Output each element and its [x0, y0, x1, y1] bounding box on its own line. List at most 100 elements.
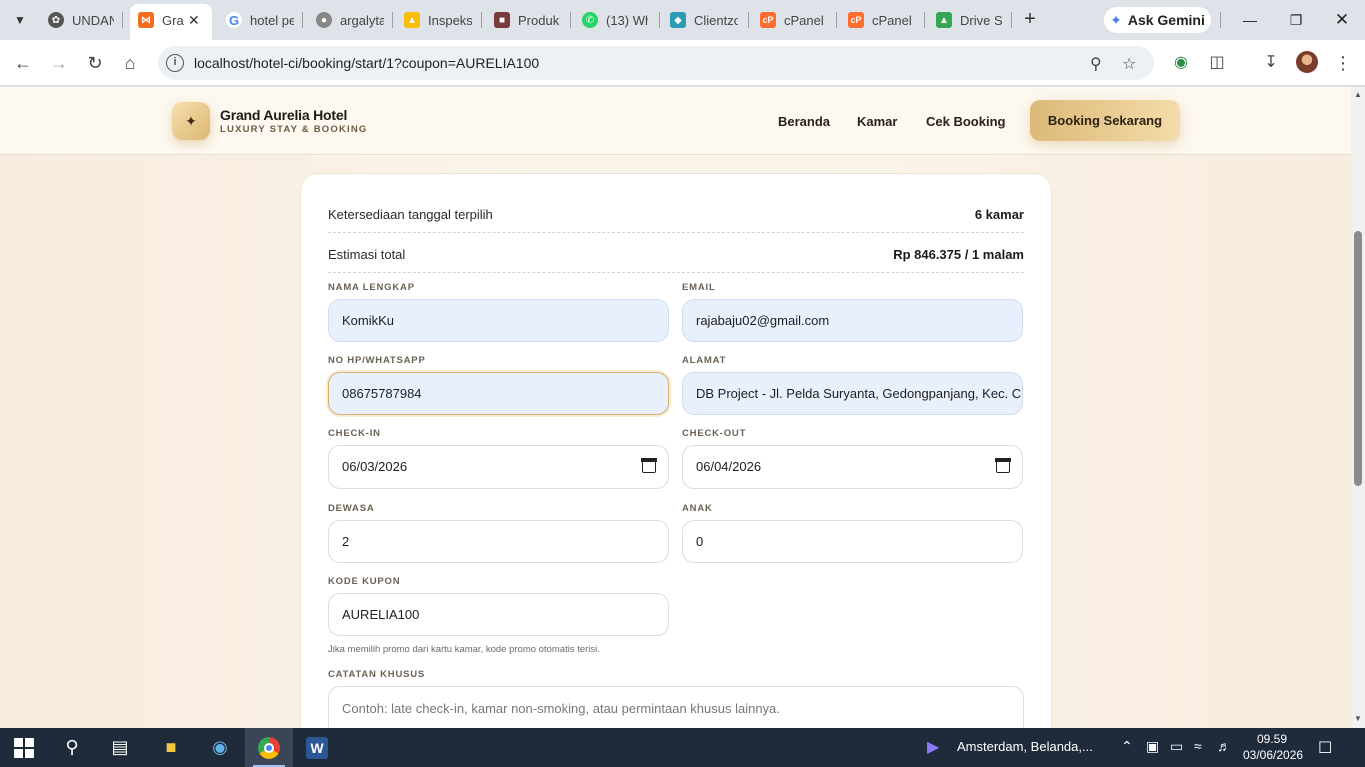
more-menu-icon[interactable]: ⋮: [1332, 52, 1354, 74]
network-app-icon[interactable]: ◉: [196, 728, 244, 767]
task-view-icon[interactable]: ▤: [96, 728, 144, 767]
notification-center-icon[interactable]: ☐: [1318, 738, 1332, 758]
tab-drive[interactable]: ▲ Drive Sa: [936, 7, 1002, 33]
meet-now-icon[interactable]: ▣: [1146, 738, 1159, 755]
bookmark-star-icon[interactable]: ☆: [1122, 54, 1136, 74]
address-input[interactable]: DB Project - Jl. Pelda Suryanta, Gedongp…: [682, 372, 1023, 415]
whatsapp-icon: ✆: [582, 12, 598, 28]
phone-input[interactable]: 08675787984: [328, 372, 669, 415]
download-icon[interactable]: ↧: [1260, 52, 1282, 74]
battery-icon[interactable]: ▭: [1170, 738, 1183, 755]
site-info-icon[interactable]: i: [166, 54, 184, 72]
cpanel-icon: cP: [848, 12, 864, 28]
minimize-window-icon[interactable]: —: [1230, 6, 1270, 34]
nav-kamar[interactable]: Kamar: [857, 114, 897, 129]
windows-start-icon[interactable]: [0, 728, 48, 767]
new-tab-plus-icon[interactable]: +: [1018, 8, 1042, 32]
coupon-hint: Jika memilih promo dari kartu kamar, kod…: [328, 644, 600, 655]
wifi-icon[interactable]: ≈: [1194, 738, 1202, 754]
xampp-icon: ⋈: [138, 12, 154, 28]
chatgpt-icon: ✿: [48, 12, 64, 28]
home-icon[interactable]: ⌂: [118, 51, 142, 75]
tab-undan[interactable]: ✿ UNDAN: [48, 7, 114, 33]
google-ads-icon: ▲: [404, 12, 420, 28]
extension-globe-icon[interactable]: ◉: [1170, 52, 1192, 74]
availability-value: 6 kamar: [974, 207, 1024, 222]
browser-toolbar: ← → ↻ ⌂ i localhost/hotel-ci/booking/sta…: [0, 40, 1365, 86]
volume-icon[interactable]: ♬: [1217, 738, 1231, 754]
weather-text[interactable]: Amsterdam, Belanda,...: [957, 739, 1093, 754]
tab-cpanel-2[interactable]: cP cPanel F: [848, 7, 914, 33]
tab-produk[interactable]: ■ Produk: [494, 7, 560, 33]
scroll-up-arrow-icon[interactable]: ▲: [1353, 90, 1363, 99]
coupon-input[interactable]: AURELIA100: [328, 593, 669, 636]
forward-arrow-icon[interactable]: →: [47, 51, 71, 75]
email-input[interactable]: rajabaju02@gmail.com: [682, 299, 1023, 342]
nav-cek-booking[interactable]: Cek Booking: [926, 114, 1005, 129]
tab-argalyta[interactable]: ● argalyta: [316, 7, 384, 33]
tab-cpanel-1[interactable]: cP cPanel: [760, 7, 826, 33]
full-name-label: NAMA LENGKAP: [328, 282, 415, 293]
close-window-icon[interactable]: ✕: [1322, 6, 1362, 34]
checkin-label: CHECK-IN: [328, 428, 381, 439]
ask-gemini-button[interactable]: ✦ Ask Gemini: [1104, 7, 1211, 33]
address-label: ALAMAT: [682, 355, 727, 366]
children-label: ANAK: [682, 503, 713, 514]
tab-inspeksi[interactable]: ▲ Inspeksi: [404, 7, 472, 33]
drive-icon: ▲: [936, 12, 952, 28]
availability-row: Ketersediaan tanggal terpilih 6 kamar: [328, 193, 1024, 233]
notes-textarea[interactable]: Contoh: late check-in, kamar non-smoking…: [328, 686, 1024, 728]
browser-tab-strip: ▼ ✿ UNDAN ⋈ Gra ✕ G hotel pe ● argalyta …: [0, 0, 1365, 40]
show-hidden-icons-chevron-icon[interactable]: ⌃: [1121, 738, 1133, 755]
tab-search-chevron-icon[interactable]: ▼: [6, 6, 34, 34]
scroll-down-arrow-icon[interactable]: ▼: [1353, 714, 1363, 723]
page-viewport: ✦ Grand Aurelia Hotel LUXURY STAY & BOOK…: [0, 87, 1351, 728]
estimate-value: Rp 846.375 / 1 malam: [893, 247, 1024, 262]
coupon-label: KODE KUPON: [328, 576, 401, 587]
booking-form-card: Ketersediaan tanggal terpilih 6 kamar Es…: [300, 173, 1052, 728]
file-explorer-icon[interactable]: ■: [147, 728, 195, 767]
chrome-taskbar-icon[interactable]: [245, 728, 293, 767]
zoom-magnifier-icon[interactable]: ⚲: [1090, 54, 1102, 74]
system-clock[interactable]: 09.59 03/06/2026: [1243, 731, 1304, 763]
url-text[interactable]: localhost/hotel-ci/booking/start/1?coupo…: [194, 55, 539, 71]
adults-label: DEWASA: [328, 503, 375, 514]
checkin-date-input[interactable]: 06/03/2026: [328, 445, 669, 489]
clientzone-icon: ◆: [670, 12, 686, 28]
back-arrow-icon[interactable]: ←: [11, 51, 35, 75]
scrollbar-thumb[interactable]: [1354, 231, 1362, 486]
booking-now-button[interactable]: Booking Sekarang: [1030, 100, 1180, 141]
estimate-label: Estimasi total: [328, 247, 406, 262]
estimate-row: Estimasi total Rp 846.375 / 1 malam: [328, 233, 1024, 273]
globe-icon: ●: [316, 12, 332, 28]
clock-date: 03/06/2026: [1243, 748, 1304, 762]
extensions-puzzle-icon[interactable]: ◫: [1206, 52, 1228, 74]
page-scrollbar[interactable]: ▲ ▼: [1351, 87, 1365, 728]
restore-window-icon[interactable]: ❐: [1276, 6, 1316, 34]
nav-beranda[interactable]: Beranda: [778, 114, 830, 129]
children-input[interactable]: 0: [682, 520, 1023, 563]
tab-grand-aurelia[interactable]: ⋈ Gra: [138, 7, 184, 33]
close-tab-icon[interactable]: ✕: [188, 7, 204, 33]
sparkle-logo-icon[interactable]: ✦: [172, 102, 210, 140]
reload-icon[interactable]: ↻: [83, 51, 107, 75]
google-icon: G: [226, 12, 242, 28]
search-icon[interactable]: ⚲: [48, 728, 96, 767]
full-name-input[interactable]: KomikKu: [328, 299, 669, 342]
profile-avatar[interactable]: [1296, 51, 1318, 73]
calendar-icon[interactable]: [641, 458, 657, 473]
phone-label: NO HP/WHATSAPP: [328, 355, 426, 366]
weather-widget-icon[interactable]: ▶: [927, 737, 939, 757]
tab-whatsapp[interactable]: ✆ (13) Wh: [582, 7, 648, 33]
cpanel-icon: cP: [760, 12, 776, 28]
brand-name[interactable]: Grand Aurelia Hotel: [220, 107, 347, 123]
adults-input[interactable]: 2: [328, 520, 669, 563]
address-bar[interactable]: i localhost/hotel-ci/booking/start/1?cou…: [158, 46, 1154, 80]
checkout-date-input[interactable]: 06/04/2026: [682, 445, 1023, 489]
tab-clientzone[interactable]: ◆ Clientzo: [670, 7, 738, 33]
calendar-icon[interactable]: [995, 458, 1011, 473]
word-taskbar-icon[interactable]: W: [293, 728, 341, 767]
notes-label: CATATAN KHUSUS: [328, 669, 426, 680]
product-icon: ■: [494, 12, 510, 28]
tab-hotel-search[interactable]: G hotel pe: [226, 7, 294, 33]
